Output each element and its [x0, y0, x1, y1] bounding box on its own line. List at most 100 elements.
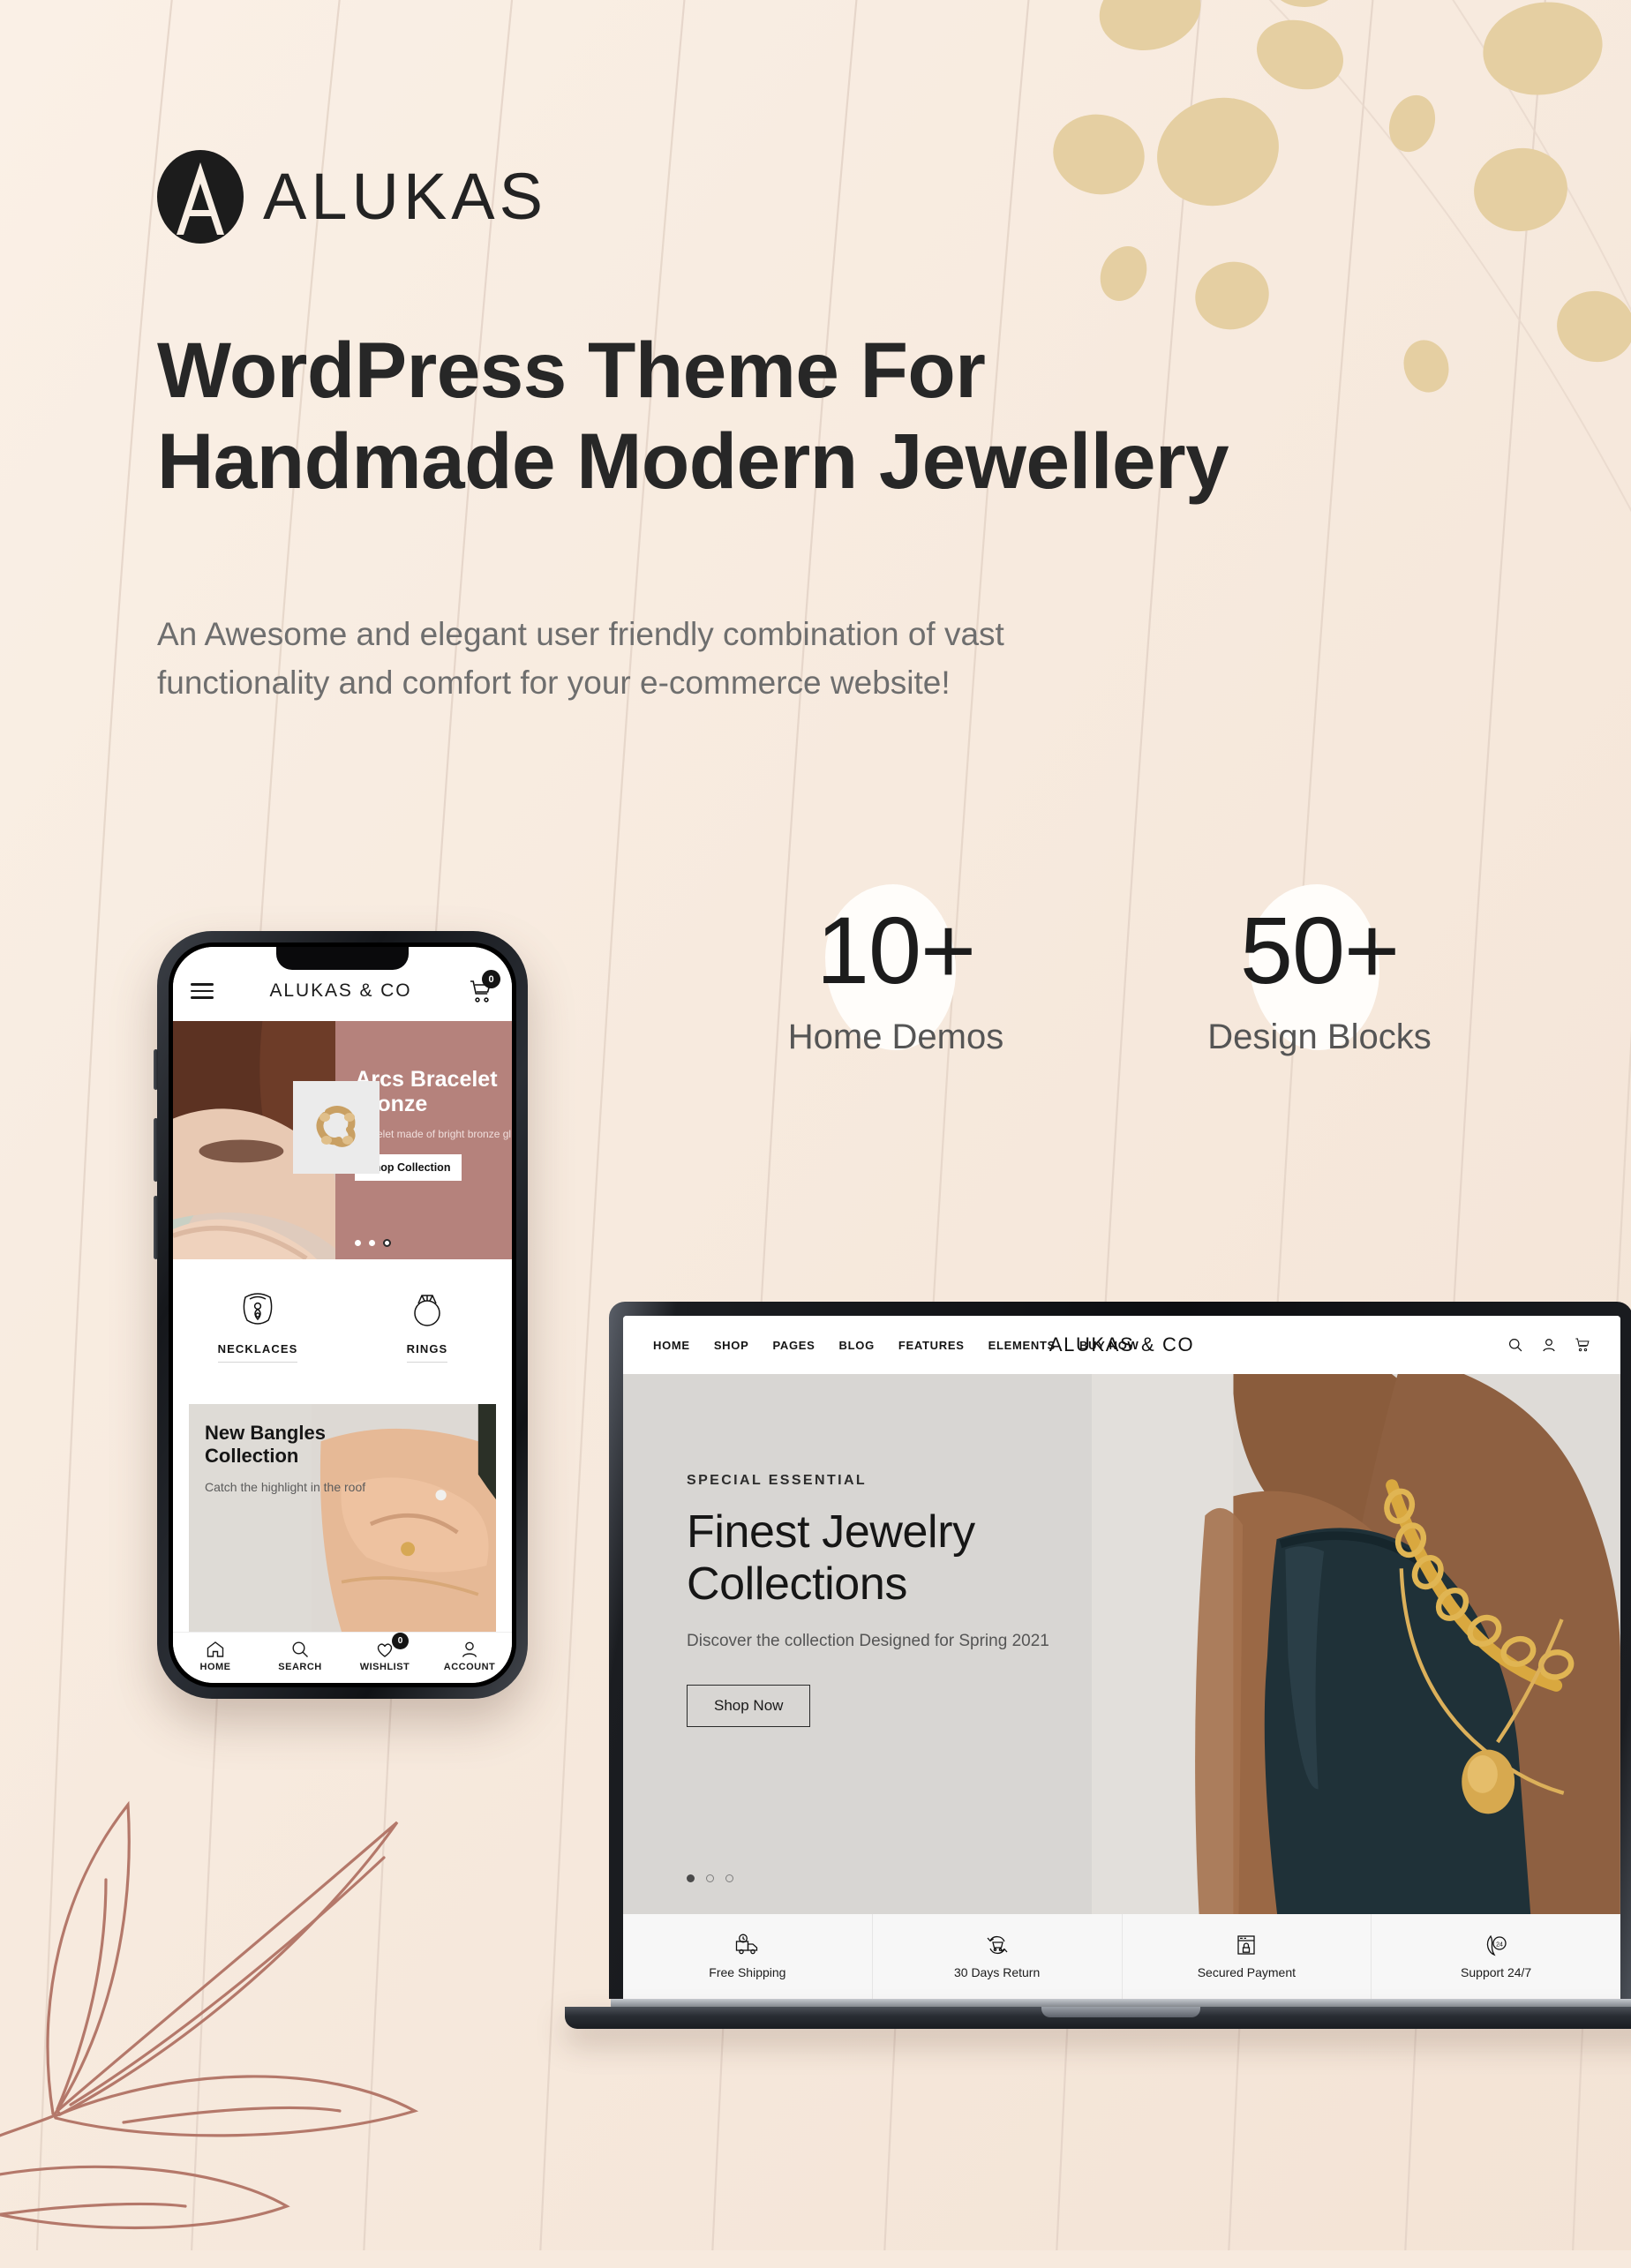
brand-logo-row: ALUKAS: [157, 150, 547, 244]
nav-link-blog[interactable]: BLOG: [839, 1339, 875, 1352]
ring-icon: [342, 1282, 512, 1337]
phone-notch: [276, 947, 409, 970]
phone-hero-slider[interactable]: Arcs Bracelet bronze Bracelet made of br…: [173, 1021, 512, 1259]
phone-category-row: NECKLACES RINGS: [173, 1259, 512, 1401]
bracelet-image: [316, 1105, 356, 1147]
phone-promo-banner[interactable]: New Bangles Collection Catch the highlig…: [189, 1404, 496, 1632]
nav-label: SEARCH: [278, 1662, 322, 1672]
nav-link-elements[interactable]: ELEMENTS: [988, 1339, 1056, 1352]
nav-item-search[interactable]: SEARCH: [258, 1633, 342, 1683]
feature-label: Secured Payment: [1197, 1965, 1297, 1979]
laptop-site-header: HOME SHOP PAGES BLOG FEATURES ELEMENTS B…: [623, 1316, 1620, 1374]
slider-dot-3[interactable]: [725, 1874, 733, 1882]
phone-silent-switch[interactable]: [154, 1049, 158, 1090]
stat-home-demos: 10+ Home Demos: [763, 884, 1028, 1057]
banner-title-line-1: New Bangles: [205, 1422, 326, 1444]
nav-item-wishlist[interactable]: 0 WISHLIST: [342, 1633, 427, 1683]
feature-free-shipping: Free Shipping: [623, 1914, 873, 1999]
hero-title: Finest Jewelry Collections: [687, 1506, 1092, 1611]
phone-bezel: ALUKAS & CO 0 Arcs Bracelet bronze Brace…: [169, 942, 516, 1687]
category-label: NECKLACES: [217, 1342, 298, 1363]
subhead-line-1: An Awesome and elegant user friendly com…: [157, 616, 1004, 652]
slider-dot-1[interactable]: [355, 1240, 362, 1246]
laptop-screen: HOME SHOP PAGES BLOG FEATURES ELEMENTS B…: [623, 1316, 1620, 1999]
svg-text:24: 24: [1496, 1941, 1503, 1948]
return-arrows-icon: [873, 1928, 1122, 1962]
stat-design-blocks: 50+ Design Blocks: [1187, 884, 1452, 1057]
laptop-base-notch: [1041, 2007, 1200, 2017]
headline-line-1: WordPress Theme For: [157, 326, 986, 414]
feature-30-days-return: 30 Days Return: [873, 1914, 1123, 1999]
laptop-feature-strip: Free Shipping 30 Days Return Secured Pay…: [623, 1914, 1620, 1999]
subhead-line-2: functionality and comfort for your e-com…: [157, 664, 951, 701]
stats-row: 10+ Home Demos 50+ Design Blocks: [763, 884, 1452, 1057]
user-icon: [427, 1638, 512, 1661]
banner-title-line-2: Collection: [205, 1444, 299, 1467]
hamburger-menu-icon[interactable]: [191, 979, 214, 1003]
wishlist-count-badge: 0: [392, 1633, 409, 1649]
laptop-slider-dots[interactable]: [687, 1874, 733, 1882]
nav-item-account[interactable]: ACCOUNT: [427, 1633, 512, 1683]
banner-photo: [312, 1404, 496, 1632]
necklace-icon: [173, 1282, 342, 1337]
nav-label: WISHLIST: [359, 1662, 410, 1672]
feature-support-24-7: 24 Support 24/7: [1372, 1914, 1620, 1999]
category-necklaces[interactable]: NECKLACES: [173, 1282, 342, 1401]
banner-title: New Bangles Collection: [205, 1422, 326, 1468]
phone-slider-dots[interactable]: [355, 1239, 392, 1247]
user-icon[interactable]: [1541, 1337, 1557, 1353]
nav-link-features[interactable]: FEATURES: [898, 1339, 965, 1352]
nav-link-shop[interactable]: SHOP: [714, 1339, 749, 1352]
search-icon[interactable]: [1507, 1337, 1523, 1353]
phone-mockup: ALUKAS & CO 0 Arcs Bracelet bronze Brace…: [154, 931, 528, 1699]
circle-a-logo-icon: [157, 150, 244, 244]
laptop-nav-icon-group: [1507, 1337, 1590, 1353]
decorative-leaf-line-art: [0, 1800, 419, 2230]
headline-line-2: Handmade Modern Jewellery: [157, 417, 1229, 506]
page-title: WordPress Theme For Handmade Modern Jewe…: [157, 325, 1534, 507]
phone-volume-down-button[interactable]: [154, 1196, 158, 1259]
shopping-cart-icon[interactable]: 0: [468, 970, 500, 1004]
slider-dot-2[interactable]: [706, 1874, 714, 1882]
stat-label: Home Demos: [787, 1018, 1004, 1057]
banner-subtitle: Catch the highlight in the roof: [205, 1480, 366, 1494]
category-rings[interactable]: RINGS: [342, 1282, 512, 1401]
laptop-base: [565, 1999, 1631, 2036]
nav-label: HOME: [199, 1662, 231, 1672]
phone-volume-up-button[interactable]: [154, 1118, 158, 1182]
nav-item-home[interactable]: HOME: [173, 1633, 258, 1683]
laptop-hero-slider[interactable]: ‹ SPECIAL ESSENTIAL Finest Jewelry Colle…: [623, 1374, 1620, 1914]
feature-label: Support 24/7: [1461, 1965, 1532, 1979]
nav-label: ACCOUNT: [443, 1662, 496, 1672]
delivery-truck-icon: [623, 1928, 872, 1962]
phone-hero-panel: Arcs Bracelet bronze Bracelet made of br…: [293, 1021, 512, 1259]
laptop-store-title: ALUKAS & CO: [1048, 1333, 1195, 1356]
lock-payment-icon: [1123, 1928, 1372, 1962]
laptop-hero-text-block: SPECIAL ESSENTIAL Finest Jewelry Collect…: [623, 1374, 1093, 1914]
phone-store-title: ALUKAS & CO: [269, 980, 412, 1001]
stat-number: 10+: [816, 897, 976, 1003]
phone-support-icon: 24: [1372, 1928, 1620, 1962]
shop-now-button[interactable]: Shop Now: [687, 1684, 811, 1727]
slider-dot-2[interactable]: [369, 1240, 376, 1246]
slider-dot-1-active[interactable]: [687, 1874, 695, 1882]
shopping-cart-icon[interactable]: [1575, 1337, 1590, 1353]
page-subtitle: An Awesome and elegant user friendly com…: [157, 611, 1322, 708]
hero-kicker: SPECIAL ESSENTIAL: [687, 1473, 868, 1488]
home-icon: [173, 1638, 258, 1661]
feature-secured-payment: Secured Payment: [1123, 1914, 1372, 1999]
nav-link-pages[interactable]: PAGES: [772, 1339, 815, 1352]
feature-label: Free Shipping: [709, 1965, 786, 1979]
hero-title-line-1: Finest Jewelry: [687, 1506, 975, 1558]
phone-hero-product-card: [293, 1081, 380, 1174]
laptop-hero-model-photo: [1092, 1374, 1620, 1914]
stat-label: Design Blocks: [1207, 1018, 1432, 1057]
phone-bottom-nav: HOME SEARCH 0 WISHLIST ACCOUNT: [173, 1632, 512, 1683]
laptop-mockup: HOME SHOP PAGES BLOG FEATURES ELEMENTS B…: [565, 1302, 1631, 2036]
slider-dot-3-active[interactable]: [383, 1239, 392, 1247]
brand-name: ALUKAS: [263, 160, 548, 233]
hero-subtitle: Discover the collection Designed for Spr…: [687, 1631, 1049, 1650]
search-icon: [258, 1638, 342, 1661]
cart-count-badge: 0: [482, 970, 500, 988]
nav-link-home[interactable]: HOME: [653, 1339, 690, 1352]
